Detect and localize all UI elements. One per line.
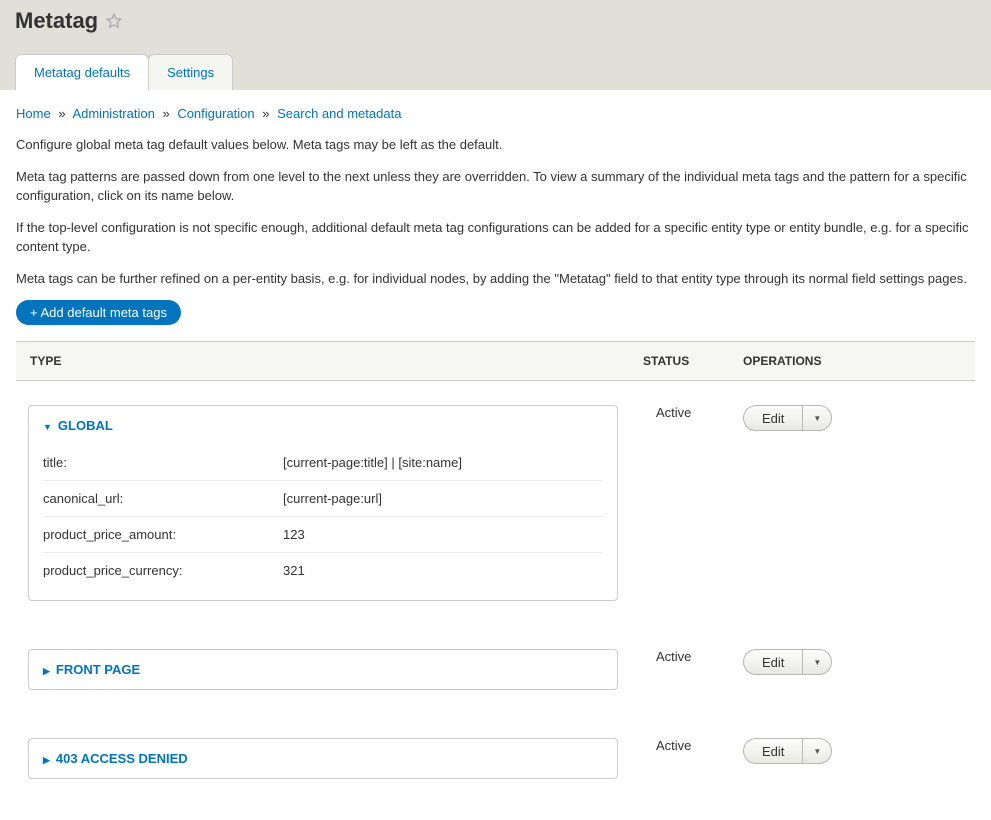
dropbutton-toggle[interactable] (803, 739, 831, 763)
operations-cell: Edit (743, 405, 963, 431)
meta-key: title: (43, 455, 283, 470)
meta-row: title: [current-page:title] | [site:name… (43, 445, 603, 480)
meta-key: product_price_currency: (43, 563, 283, 578)
table-row: 403 ACCESS DENIED Active Edit (16, 714, 975, 803)
breadcrumb: Home » Administration » Configuration » … (16, 106, 975, 121)
favorite-star-icon[interactable] (106, 13, 122, 29)
page-title: Metatag (15, 8, 98, 34)
chevron-right-icon (43, 751, 50, 766)
table-row: GLOBAL title: [current-page:title] | [si… (16, 381, 975, 625)
type-label: FRONT PAGE (56, 662, 140, 677)
meta-row: product_price_amount: 123 (43, 516, 603, 552)
edit-button[interactable]: Edit (744, 406, 803, 430)
primary-tabs: Metatag defaults Settings (15, 54, 976, 90)
description-p1: Configure global meta tag default values… (16, 135, 975, 155)
description-p4: Meta tags can be further refined on a pe… (16, 269, 975, 289)
column-header-operations: OPERATIONS (743, 354, 963, 368)
meta-key: product_price_amount: (43, 527, 283, 542)
description-p2: Meta tag patterns are passed down from o… (16, 167, 975, 206)
chevron-down-icon (43, 418, 52, 433)
status-cell: Active (643, 649, 743, 664)
breadcrumb-sep: » (162, 106, 169, 121)
operations-cell: Edit (743, 738, 963, 764)
edit-button[interactable]: Edit (744, 739, 803, 763)
add-default-meta-tags-button[interactable]: + Add default meta tags (16, 300, 181, 325)
edit-dropbutton: Edit (743, 649, 832, 675)
type-toggle-403[interactable]: 403 ACCESS DENIED (29, 739, 617, 778)
dropbutton-toggle[interactable] (803, 406, 831, 430)
type-box-global: GLOBAL title: [current-page:title] | [si… (28, 405, 618, 601)
status-cell: Active (643, 405, 743, 420)
meta-value: [current-page:url] (283, 491, 603, 506)
breadcrumb-search-metadata[interactable]: Search and metadata (277, 106, 401, 121)
meta-key: canonical_url: (43, 491, 283, 506)
operations-cell: Edit (743, 649, 963, 675)
meta-value: [current-page:title] | [site:name] (283, 455, 603, 470)
type-body: title: [current-page:title] | [site:name… (29, 445, 617, 600)
breadcrumb-home[interactable]: Home (16, 106, 51, 121)
meta-value: 321 (283, 563, 603, 578)
dropbutton-toggle[interactable] (803, 650, 831, 674)
type-box-403: 403 ACCESS DENIED (28, 738, 618, 779)
meta-row: canonical_url: [current-page:url] (43, 480, 603, 516)
type-toggle-global[interactable]: GLOBAL (29, 406, 617, 445)
table-row: FRONT PAGE Active Edit (16, 625, 975, 714)
breadcrumb-sep: » (262, 106, 269, 121)
type-toggle-front-page[interactable]: FRONT PAGE (29, 650, 617, 689)
status-cell: Active (643, 738, 743, 753)
breadcrumb-configuration[interactable]: Configuration (177, 106, 254, 121)
breadcrumb-administration[interactable]: Administration (72, 106, 154, 121)
description-block: Configure global meta tag default values… (16, 135, 975, 288)
type-label: GLOBAL (58, 418, 113, 433)
type-box-front-page: FRONT PAGE (28, 649, 618, 690)
tab-metatag-defaults[interactable]: Metatag defaults (15, 54, 149, 90)
type-label: 403 ACCESS DENIED (56, 751, 188, 766)
table-header: TYPE STATUS OPERATIONS (16, 341, 975, 381)
column-header-type: TYPE (28, 354, 643, 368)
edit-dropbutton: Edit (743, 405, 832, 431)
tab-settings[interactable]: Settings (148, 54, 233, 90)
breadcrumb-sep: » (58, 106, 65, 121)
column-header-status: STATUS (643, 354, 743, 368)
meta-row: product_price_currency: 321 (43, 552, 603, 588)
meta-value: 123 (283, 527, 603, 542)
description-p3: If the top-level configuration is not sp… (16, 218, 975, 257)
chevron-right-icon (43, 662, 50, 677)
edit-dropbutton: Edit (743, 738, 832, 764)
edit-button[interactable]: Edit (744, 650, 803, 674)
